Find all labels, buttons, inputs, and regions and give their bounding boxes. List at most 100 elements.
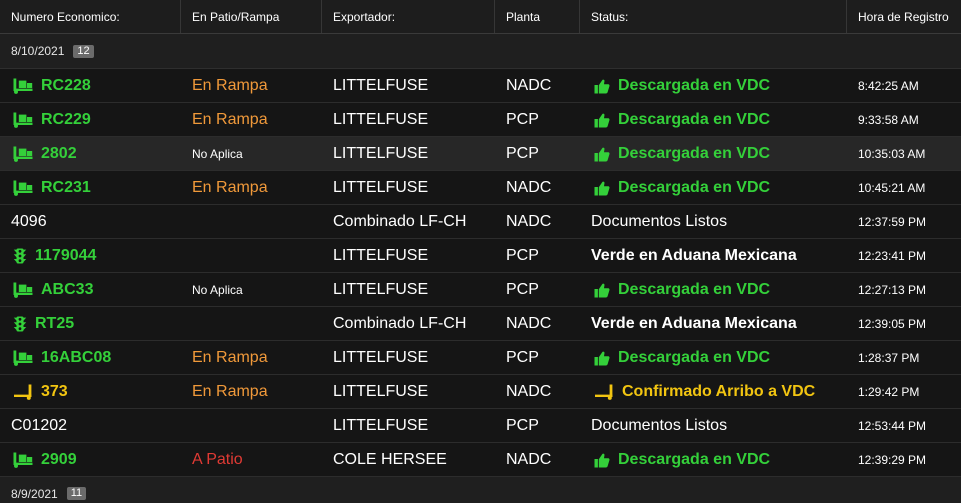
- column-header-hora-registro[interactable]: Hora de Registro: [847, 0, 961, 33]
- exportador-cell: COLE HERSEE: [322, 443, 495, 476]
- table-row[interactable]: RC229 En Rampa LITTELFUSE PCP Descargada en …: [0, 103, 961, 137]
- hand-truck-icon: [594, 384, 614, 400]
- table-row[interactable]: 1179044 LITTELFUSE PCP Verde en Aduana Mexi…: [0, 239, 961, 273]
- exportador-value: Combinado LF-CH: [333, 212, 467, 230]
- hora-registro-value: 12:53:44 PM: [858, 418, 927, 433]
- table-row[interactable]: 16ABC08 En Rampa LITTELFUSE PCP Descargada e…: [0, 341, 961, 375]
- numero-economico-value: 16ABC08: [41, 348, 112, 366]
- table-row[interactable]: ABC33 No Aplica LITTELFUSE PCP Descargada en…: [0, 273, 961, 307]
- thumbs-up-icon: [594, 78, 610, 94]
- hora-registro-cell: 12:37:59 PM: [847, 205, 961, 238]
- column-header-planta[interactable]: Planta: [495, 0, 580, 33]
- patio-rampa-cell: No Aplica: [181, 273, 322, 306]
- column-header-status[interactable]: Status:: [580, 0, 847, 33]
- hora-registro-value: 9:33:58 AM: [858, 112, 919, 127]
- thumbs-up-icon: [594, 112, 610, 128]
- column-header-exportador[interactable]: Exportador:: [322, 0, 495, 33]
- status-value: Verde en Aduana Mexicana: [591, 246, 797, 264]
- patio-rampa-cell: En Rampa: [181, 103, 322, 136]
- patio-rampa-value: En Rampa: [192, 382, 268, 400]
- group-date: 8/10/2021: [11, 44, 65, 58]
- exportador-value: Combinado LF-CH: [333, 314, 467, 332]
- table-row[interactable]: 2802 No Aplica LITTELFUSE PCP Descargada en …: [0, 137, 961, 171]
- numero-economico-value: RC228: [41, 76, 91, 94]
- numero-economico-value: RT25: [35, 314, 75, 332]
- patio-rampa-cell: En Rampa: [181, 171, 322, 204]
- hora-registro-cell: 10:35:03 AM: [847, 137, 961, 170]
- patio-rampa-value: A Patio: [192, 450, 243, 468]
- patio-rampa-cell: [181, 205, 322, 238]
- hora-registro-value: 10:45:21 AM: [858, 180, 926, 195]
- status-value: Descargada en VDC: [618, 178, 771, 196]
- hora-registro-cell: 12:39:05 PM: [847, 307, 961, 340]
- patio-rampa-value: No Aplica: [192, 146, 243, 161]
- table-row[interactable]: RC231 En Rampa LITTELFUSE NADC Descargada en…: [0, 171, 961, 205]
- hora-registro-cell: 10:45:21 AM: [847, 171, 961, 204]
- status-value: Confirmado Arribo a VDC: [622, 382, 816, 400]
- thumbs-up-icon: [594, 452, 610, 468]
- table-row[interactable]: RC228 En Rampa LITTELFUSE NADC Descargada en…: [0, 69, 961, 103]
- table-row[interactable]: 2909 A Patio COLE HERSEE NADC Descargada en …: [0, 443, 961, 477]
- planta-value: NADC: [506, 76, 552, 94]
- exportador-cell: LITTELFUSE: [322, 137, 495, 170]
- hora-registro-value: 12:39:05 PM: [858, 316, 927, 331]
- patio-rampa-cell: No Aplica: [181, 137, 322, 170]
- planta-value: NADC: [506, 178, 552, 196]
- traffic-light-icon: [13, 248, 27, 264]
- planta-cell: NADC: [495, 171, 580, 204]
- table-row[interactable]: 373 En Rampa LITTELFUSE NADC Confirmado Arri…: [0, 375, 961, 409]
- numero-economico-cell: RC231: [0, 171, 181, 204]
- table-row[interactable]: C01202 LITTELFUSE PCP Documentos Listos 12:5…: [0, 409, 961, 443]
- column-header-patio-rampa[interactable]: En Patio/Rampa: [181, 0, 322, 33]
- hora-registro-cell: 8:42:25 AM: [847, 69, 961, 102]
- status-cell: Confirmado Arribo a VDC: [580, 375, 847, 408]
- hora-registro-cell: 12:27:13 PM: [847, 273, 961, 306]
- column-header-numero-economico[interactable]: Numero Economico:: [0, 0, 181, 33]
- status-value: Verde en Aduana Mexicana: [591, 314, 797, 332]
- planta-value: PCP: [506, 144, 539, 162]
- group-header-row[interactable]: 8/9/2021 11: [0, 477, 961, 503]
- numero-economico-value: 373: [41, 382, 68, 400]
- exportador-value: LITTELFUSE: [333, 382, 429, 400]
- planta-value: PCP: [506, 280, 539, 298]
- status-value: Descargada en VDC: [618, 280, 771, 298]
- planta-cell: PCP: [495, 273, 580, 306]
- planta-value: NADC: [506, 382, 552, 400]
- hora-registro-cell: 1:28:37 PM: [847, 341, 961, 374]
- group-count-badge: 11: [66, 487, 87, 500]
- numero-economico-value: C01202: [11, 416, 68, 434]
- status-cell: Descargada en VDC: [580, 443, 847, 476]
- status-cell: Verde en Aduana Mexicana: [580, 239, 847, 272]
- numero-economico-value: RC229: [41, 110, 91, 128]
- hora-registro-value: 12:39:29 PM: [858, 452, 927, 467]
- table-row[interactable]: 4096 Combinado LF-CH NADC Documentos Listos…: [0, 205, 961, 239]
- planta-cell: PCP: [495, 103, 580, 136]
- exportador-value: COLE HERSEE: [333, 450, 447, 468]
- hora-registro-value: 8:42:25 AM: [858, 78, 919, 93]
- planta-value: NADC: [506, 314, 552, 332]
- hand-truck-icon: [13, 384, 33, 400]
- hora-registro-cell: 9:33:58 AM: [847, 103, 961, 136]
- numero-economico-value: 4096: [11, 212, 47, 230]
- planta-cell: PCP: [495, 137, 580, 170]
- exportador-cell: Combinado LF-CH: [322, 205, 495, 238]
- table-row[interactable]: RT25 Combinado LF-CH NADC Verde en Aduana M…: [0, 307, 961, 341]
- patio-rampa-value: En Rampa: [192, 348, 268, 366]
- planta-value: NADC: [506, 212, 552, 230]
- exportador-cell: LITTELFUSE: [322, 103, 495, 136]
- numero-economico-cell: 16ABC08: [0, 341, 181, 374]
- hora-registro-value: 10:35:03 AM: [858, 146, 926, 161]
- exportador-value: LITTELFUSE: [333, 280, 429, 298]
- exportador-value: LITTELFUSE: [333, 246, 429, 264]
- group-count-badge: 12: [73, 44, 94, 58]
- status-cell: Verde en Aduana Mexicana: [580, 307, 847, 340]
- numero-economico-value: 2909: [41, 450, 77, 468]
- group-header-row[interactable]: 8/10/2021 12: [0, 34, 961, 69]
- planta-cell: NADC: [495, 205, 580, 238]
- numero-economico-cell: 4096: [0, 205, 181, 238]
- date-group: 8/10/2021 12 RC228 En Rampa LITTELFUSE NADC De…: [0, 34, 961, 477]
- patio-rampa-value: No Aplica: [192, 282, 243, 297]
- group-date: 8/9/2021: [11, 487, 58, 501]
- planta-value: PCP: [506, 348, 539, 366]
- patio-rampa-cell: En Rampa: [181, 375, 322, 408]
